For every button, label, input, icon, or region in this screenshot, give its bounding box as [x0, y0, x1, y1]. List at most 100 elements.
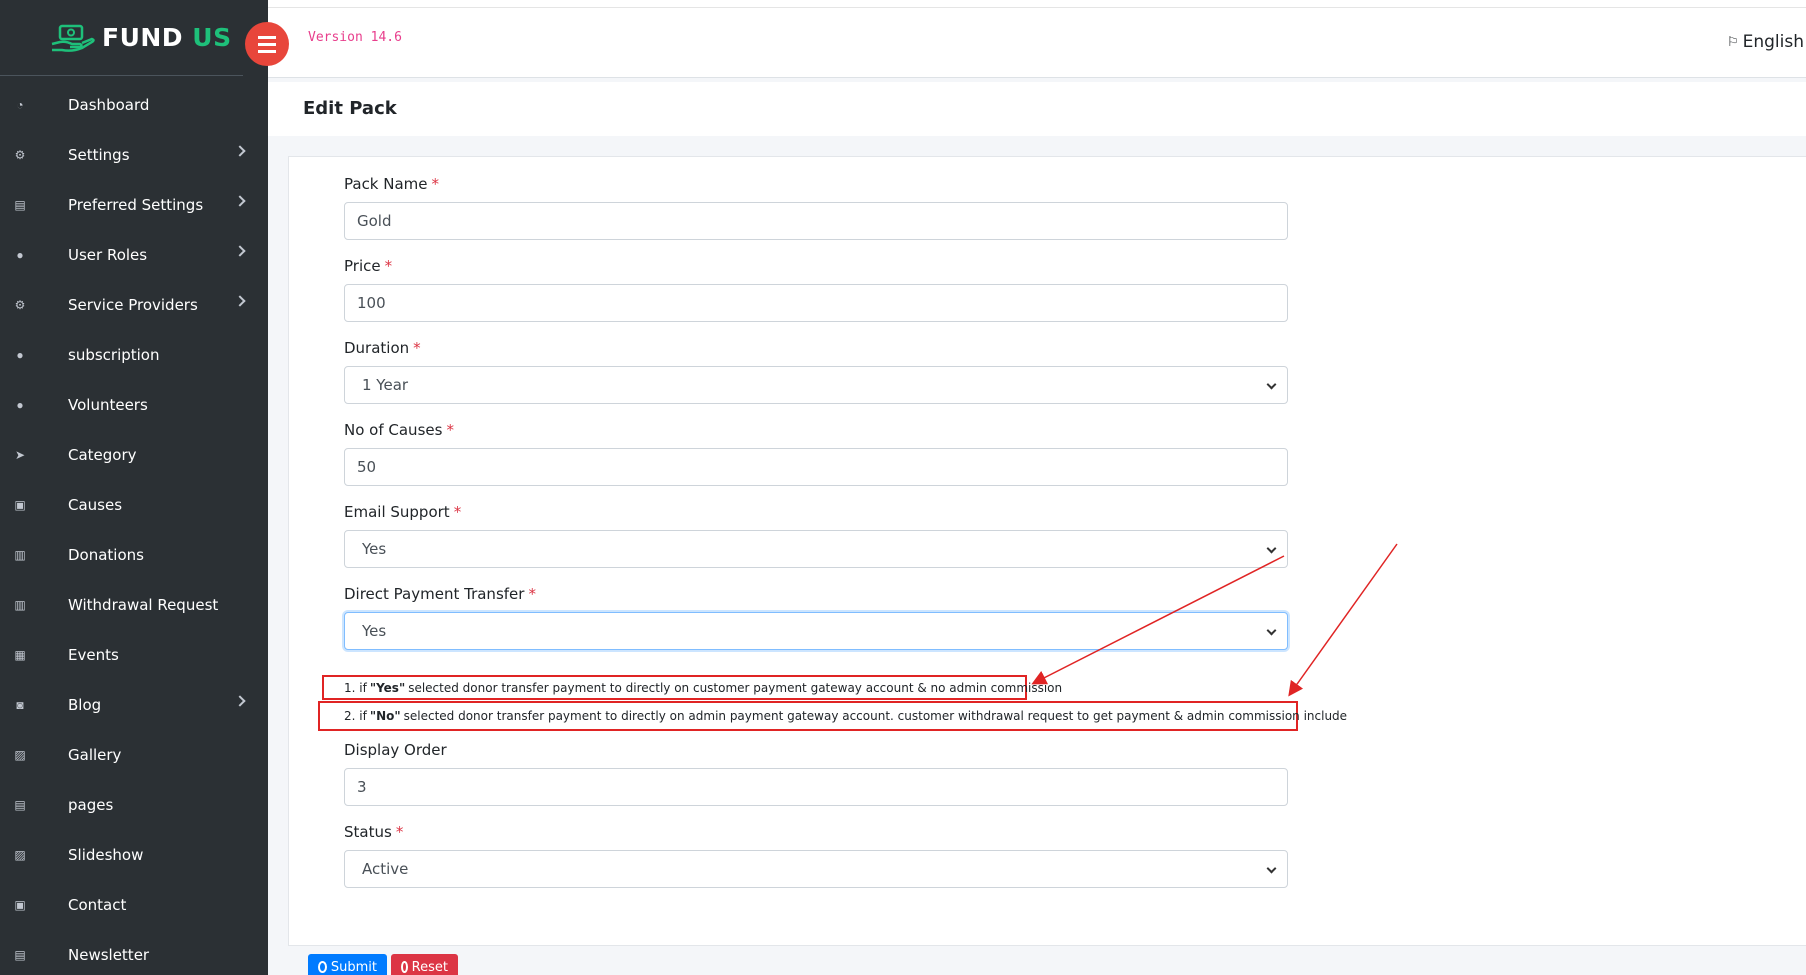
sidebar-item-label: Dashboard [68, 96, 150, 114]
calendar-icon: ▦ [14, 648, 26, 662]
reset-button[interactable]: Reset [391, 954, 458, 975]
duration-select[interactable]: 1 Year [344, 366, 1288, 404]
price-input[interactable]: 100 [344, 284, 1288, 322]
pack-name-group: Pack Name * Gold [344, 175, 1288, 240]
chevron-right-icon [234, 195, 246, 207]
note-no: 2. if "No" selected donor transfer payment… [318, 701, 1347, 731]
hamburger-icon [258, 34, 276, 55]
sidebar-item-pages[interactable]: ▤ pages [0, 780, 268, 830]
money-icon: ▥ [14, 598, 26, 612]
chevron-down-icon [1266, 543, 1277, 554]
comments-icon: ◙ [16, 698, 24, 712]
sidebar-item-user-roles[interactable]: ● User Roles [0, 230, 268, 280]
gears-icon: ⚙ [14, 148, 26, 162]
top-header: Version 14.6 ⚐ English [268, 8, 1806, 78]
chevron-down-icon [1266, 863, 1277, 874]
sidebar-item-blog[interactable]: ◙ Blog [0, 680, 268, 730]
submit-label: Submit [330, 959, 377, 975]
language-label: English [1742, 32, 1804, 52]
sidebar-item-label: Preferred Settings [68, 196, 204, 214]
duration-group: Duration * 1 Year [344, 339, 1288, 404]
sidebar-item-withdrawal-request[interactable]: ▥ Withdrawal Request [0, 580, 268, 630]
sidebar-item-causes[interactable]: ▣ Causes [0, 480, 268, 530]
version-label: Version 14.6 [308, 30, 402, 45]
users-icon: ● [16, 398, 24, 412]
status-select[interactable]: Active [344, 850, 1288, 888]
display-order-input[interactable]: 3 [344, 768, 1288, 806]
pack-name-input[interactable]: Gold [344, 202, 1288, 240]
edit-pack-card: Pack Name * Gold Price * 100 Duration * 1 Y… [288, 156, 1806, 946]
brand-name-left: FUND [102, 23, 184, 52]
price-group: Price * 100 [344, 257, 1288, 322]
sidebar-item-dashboard[interactable]: ◔ Dashboard [0, 80, 268, 130]
sidebar-item-volunteers[interactable]: ● Volunteers [0, 380, 268, 430]
email-support-group: Email Support * Yes [344, 503, 1288, 568]
display-order-label: Display Order [344, 741, 447, 759]
sidebar-item-service-providers[interactable]: ⚙ Service Providers [0, 280, 268, 330]
status-label: Status * [344, 823, 404, 841]
submit-button[interactable]: Submit [308, 954, 387, 975]
top-strip [268, 0, 1806, 8]
chevron-right-icon [234, 145, 246, 157]
sidebar-item-slideshow[interactable]: ▨ Slideshow [0, 830, 268, 880]
sidebar-item-label: Causes [68, 496, 123, 514]
email-support-select[interactable]: Yes [344, 530, 1288, 568]
display-order-group: Display Order 3 [344, 741, 1288, 806]
sidebar-item-label: subscription [68, 346, 160, 364]
sidebar-item-contact[interactable]: ▣ Contact [0, 880, 268, 930]
sidebar-item-label: Gallery [68, 746, 122, 764]
sidebar-item-label: Events [68, 646, 119, 664]
sidebar-item-label: Volunteers [68, 396, 148, 414]
sidebar-item-label: Contact [68, 896, 127, 914]
chevron-down-icon [1266, 625, 1277, 636]
image-icon: ▨ [14, 848, 26, 862]
sidebar-item-label: Category [68, 446, 137, 464]
note-yes-text: 1. if "Yes" selected donor transfer paymen… [344, 680, 1063, 695]
sidebar-item-settings[interactable]: ⚙ Settings [0, 130, 268, 180]
sidebar-item-gallery[interactable]: ▨ Gallery [0, 730, 268, 780]
dashboard-icon: ◔ [16, 98, 24, 112]
chevron-right-icon [234, 295, 246, 307]
sidebar-item-label: Slideshow [68, 846, 144, 864]
gear-icon: ⚙ [14, 298, 26, 312]
language-selector[interactable]: ⚐ English [1727, 32, 1804, 52]
reset-label: Reset [411, 959, 448, 975]
chevron-down-icon [1266, 379, 1277, 390]
location-arrow-icon: ➤ [14, 448, 26, 462]
sidebar-nav: ◔ Dashboard ⚙ Settings ▤ Preferred Settings ● U… [0, 76, 268, 975]
user-icon: ● [16, 348, 24, 362]
gift-icon: ▣ [14, 498, 26, 512]
sidebar-item-newsletter[interactable]: ▤ Newsletter [0, 930, 268, 975]
sidebar-item-preferred-settings[interactable]: ▤ Preferred Settings [0, 180, 268, 230]
email-support-label: Email Support * [344, 503, 462, 521]
sidebar-item-label: Settings [68, 146, 130, 164]
chevron-right-icon [234, 245, 246, 257]
note-no-text: 2. if "No" selected donor transfer payment… [344, 709, 1348, 723]
direct-payment-transfer-label: Direct Payment Transfer * [344, 585, 536, 603]
page-title: Edit Pack [303, 98, 397, 119]
sidebar-item-label: User Roles [68, 246, 148, 264]
sidebar-item-label: Service Providers [68, 296, 198, 314]
sidebar-item-donations[interactable]: ▥ Donations [0, 530, 268, 580]
sidebar-item-label: Newsletter [68, 946, 150, 964]
money-hand-icon [51, 24, 95, 52]
direct-payment-transfer-group: Direct Payment Transfer * Yes [344, 585, 1288, 650]
sidebar-item-subscription[interactable]: ● subscription [0, 330, 268, 380]
check-circle-icon [318, 961, 327, 973]
no-of-causes-label: No of Causes * [344, 421, 454, 439]
price-label: Price * [344, 257, 393, 275]
brand-logo[interactable]: FUND US [0, 0, 243, 76]
no-of-causes-group: No of Causes * 50 [344, 421, 1288, 486]
duration-label: Duration * [344, 339, 421, 357]
sidebar-item-label: Blog [68, 696, 102, 714]
money-icon: ▥ [14, 548, 26, 562]
content-header: Edit Pack [268, 82, 1806, 136]
address-book-icon: ▣ [14, 898, 26, 912]
sidebar-item-category[interactable]: ➤ Category [0, 430, 268, 480]
sidebar-item-events[interactable]: ▦ Events [0, 630, 268, 680]
menu-toggle-button[interactable] [245, 22, 289, 66]
language-icon: ⚐ [1726, 34, 1739, 50]
direct-payment-transfer-select[interactable]: Yes [344, 612, 1288, 650]
no-of-causes-input[interactable]: 50 [344, 448, 1288, 486]
sidebar: FUND US ◔ Dashboard ⚙ Settings ▤ Preferred Se… [0, 0, 268, 975]
